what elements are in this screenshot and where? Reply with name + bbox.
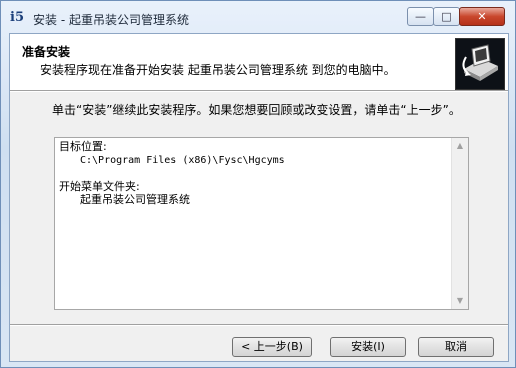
wizard-header: 准备安装 安装程序现在准备开始安装 起重吊装公司管理系统 到您的电脑中。 <box>10 34 508 91</box>
window-title: 安装 - 起重吊装公司管理系统 <box>33 13 189 27</box>
scroll-down-icon[interactable]: ▼ <box>452 293 468 309</box>
cancel-button[interactable]: 取消 <box>418 337 494 357</box>
button-divider <box>10 324 508 326</box>
title-bar[interactable]: i5 安装 - 起重吊装公司管理系统 — □ ✕ <box>1 1 515 35</box>
start-menu-folder: 起重吊装公司管理系统 <box>79 193 190 206</box>
computer-install-icon <box>455 38 505 90</box>
memo-content: 目标位置: C:\Program Files (x86)\Fysc\Hgcyms… <box>59 140 449 206</box>
intro-text: 单击“安装”继续此安装程序。如果您想要回顾或改变设置，请单击“上一步”。 <box>52 103 461 117</box>
maximize-button[interactable]: □ <box>433 7 460 26</box>
destination-path: C:\Program Files (x86)\Fysc\Hgcyms <box>79 155 285 166</box>
minimize-button[interactable]: — <box>407 7 434 26</box>
installer-window: i5 安装 - 起重吊装公司管理系统 — □ ✕ 准备安装 安装程序现在准备开始… <box>0 0 516 368</box>
wizard-page: 准备安装 安装程序现在准备开始安装 起重吊装公司管理系统 到您的电脑中。 单击“… <box>9 33 509 362</box>
back-button[interactable]: < 上一步(B) <box>232 337 312 357</box>
install-button[interactable]: 安装(I) <box>330 337 406 357</box>
memo-scrollbar[interactable]: ▲ ▼ <box>451 138 468 309</box>
page-title: 准备安装 <box>22 45 71 59</box>
scroll-up-icon[interactable]: ▲ <box>452 138 468 154</box>
installer-app-icon: i5 <box>10 10 24 25</box>
close-button[interactable]: ✕ <box>459 7 505 26</box>
start-menu-label: 开始菜单文件夹: <box>59 180 140 193</box>
page-subtitle: 安装程序现在准备开始安装 起重吊装公司管理系统 到您的电脑中。 <box>40 63 396 77</box>
destination-label: 目标位置: <box>59 140 107 153</box>
settings-memo[interactable]: 目标位置: C:\Program Files (x86)\Fysc\Hgcyms… <box>54 137 469 310</box>
header-divider <box>10 91 508 92</box>
